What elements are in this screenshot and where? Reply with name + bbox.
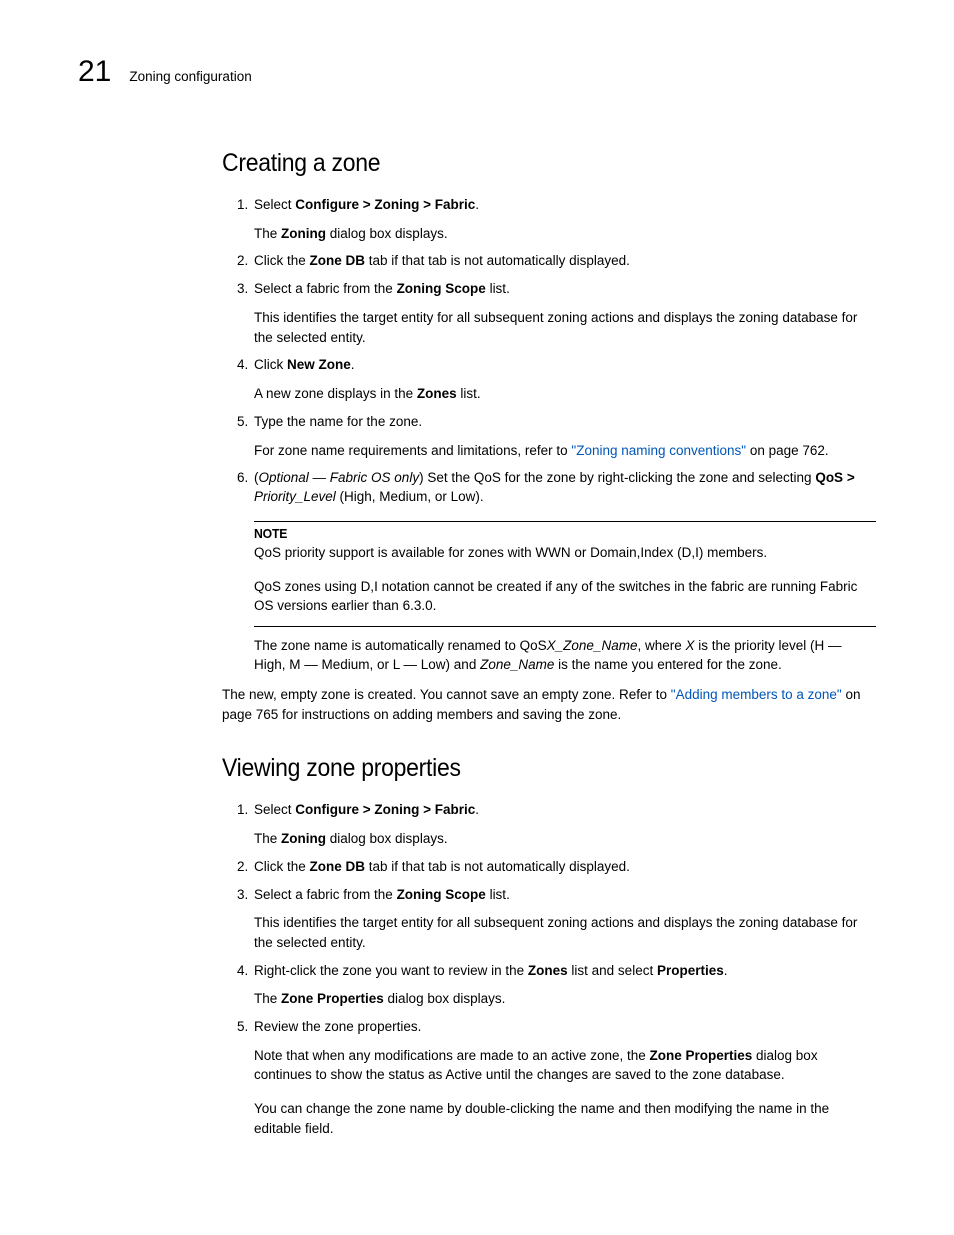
- text: Type the name for the zone.: [254, 414, 422, 429]
- text: dialog box displays.: [384, 991, 506, 1006]
- page-header: 21 Zoning configuration: [78, 55, 876, 89]
- step-3: Select a fabric from the Zoning Scope li…: [252, 280, 876, 347]
- rule-icon: [254, 626, 876, 627]
- step-2: Click the Zone DB tab if that tab is not…: [252, 252, 876, 271]
- text: , where: [637, 638, 685, 653]
- ui-name: Zone DB: [310, 859, 366, 874]
- breadcrumb: Zoning configuration: [129, 69, 251, 84]
- variable: X: [686, 638, 695, 653]
- step-4: Click New Zone. A new zone displays in t…: [252, 356, 876, 403]
- step-result: Note that when any modifications are mad…: [254, 1046, 876, 1085]
- text: The zone name is automatically renamed t…: [254, 638, 547, 653]
- text: on page 762.: [746, 443, 829, 458]
- step-result: A new zone displays in the Zones list.: [254, 384, 876, 404]
- text: list.: [457, 386, 481, 401]
- ui-name: Zones: [528, 963, 568, 978]
- step-result: The Zoning dialog box displays.: [254, 829, 876, 849]
- text: (High, Medium, or Low).: [336, 489, 484, 504]
- text: A new zone displays in the: [254, 386, 417, 401]
- page: 21 Zoning configuration Creating a zone …: [0, 0, 954, 1207]
- step-result: The zone name is automatically renamed t…: [254, 636, 876, 675]
- step-result: For zone name requirements and limitatio…: [254, 441, 876, 461]
- variable: Priority_Level: [254, 489, 336, 504]
- ui-name: Properties: [657, 963, 724, 978]
- step-result: You can change the zone name by double-c…: [254, 1099, 876, 1138]
- ui-name: Zoning: [281, 831, 326, 846]
- text: list.: [486, 281, 510, 296]
- text: Select: [254, 197, 295, 212]
- text: Click the: [254, 859, 310, 874]
- text: dialog box displays.: [326, 226, 448, 241]
- step-1: Select Configure > Zoning > Fabric. The …: [252, 196, 876, 243]
- ui-name: Zoning: [281, 226, 326, 241]
- variable: Zone_Name: [480, 657, 554, 672]
- step-5: Type the name for the zone. For zone nam…: [252, 413, 876, 460]
- step-5: Review the zone properties. Note that wh…: [252, 1018, 876, 1138]
- rule-icon: [254, 521, 876, 522]
- link-naming-conventions[interactable]: "Zoning naming conventions": [571, 443, 746, 458]
- note-text: QoS priority support is available for zo…: [254, 543, 876, 563]
- text: Click: [254, 357, 287, 372]
- step-3: Select a fabric from the Zoning Scope li…: [252, 886, 876, 953]
- text: Click the: [254, 253, 310, 268]
- steps-viewing: Select Configure > Zoning > Fabric. The …: [222, 801, 876, 1138]
- text: tab if that tab is not automatically dis…: [365, 253, 630, 268]
- text: Select: [254, 802, 295, 817]
- note-text: QoS zones using D,I notation cannot be c…: [254, 577, 876, 616]
- menu-path: Configure > Zoning > Fabric: [295, 197, 475, 212]
- text: The: [254, 991, 281, 1006]
- text: is the name you entered for the zone.: [554, 657, 781, 672]
- text: ) Set the QoS for the zone by right-clic…: [419, 470, 815, 485]
- step-result: This identifies the target entity for al…: [254, 308, 876, 347]
- content-area: Creating a zone Select Configure > Zonin…: [222, 149, 876, 1138]
- text: .: [724, 963, 728, 978]
- ui-name: Zone Properties: [281, 991, 384, 1006]
- text: dialog box displays.: [326, 831, 448, 846]
- ui-name: Zones: [417, 386, 457, 401]
- section-title-creating: Creating a zone: [222, 149, 824, 178]
- text: The: [254, 831, 281, 846]
- text: Right-click the zone you want to review …: [254, 963, 528, 978]
- note-block: NOTE QoS priority support is available f…: [254, 521, 876, 627]
- variable: X_Zone_Name: [547, 638, 638, 653]
- section-title-viewing: Viewing zone properties: [222, 754, 824, 783]
- menu-path: QoS >: [815, 470, 854, 485]
- text: Note that when any modifications are mad…: [254, 1048, 649, 1063]
- note-label: NOTE: [254, 525, 839, 543]
- link-adding-members[interactable]: "Adding members to a zone": [671, 687, 842, 702]
- text: Select a fabric from the: [254, 281, 397, 296]
- text: The new, empty zone is created. You cann…: [222, 687, 671, 702]
- text: .: [475, 197, 479, 212]
- closing-paragraph: The new, empty zone is created. You cann…: [222, 685, 876, 724]
- ui-name: Zone Properties: [649, 1048, 752, 1063]
- text: .: [475, 802, 479, 817]
- step-4: Right-click the zone you want to review …: [252, 962, 876, 1009]
- text: Select a fabric from the: [254, 887, 397, 902]
- text: Review the zone properties.: [254, 1019, 421, 1034]
- step-1: Select Configure > Zoning > Fabric. The …: [252, 801, 876, 848]
- ui-name: Zoning Scope: [397, 887, 486, 902]
- text: For zone name requirements and limitatio…: [254, 443, 571, 458]
- text: list and select: [568, 963, 657, 978]
- chapter-number: 21: [78, 55, 111, 89]
- step-6: (Optional — Fabric OS only) Set the QoS …: [252, 469, 876, 675]
- step-result: This identifies the target entity for al…: [254, 913, 876, 952]
- text: list.: [486, 887, 510, 902]
- ui-name: New Zone: [287, 357, 351, 372]
- menu-path: Configure > Zoning > Fabric: [295, 802, 475, 817]
- text: .: [351, 357, 355, 372]
- step-result: The Zone Properties dialog box displays.: [254, 989, 876, 1009]
- step-result: The Zoning dialog box displays.: [254, 224, 876, 244]
- ui-name: Zone DB: [310, 253, 366, 268]
- text: tab if that tab is not automatically dis…: [365, 859, 630, 874]
- text: The: [254, 226, 281, 241]
- step-2: Click the Zone DB tab if that tab is not…: [252, 858, 876, 877]
- emphasis: Optional — Fabric OS only: [259, 470, 420, 485]
- ui-name: Zoning Scope: [397, 281, 486, 296]
- steps-creating: Select Configure > Zoning > Fabric. The …: [222, 196, 876, 675]
